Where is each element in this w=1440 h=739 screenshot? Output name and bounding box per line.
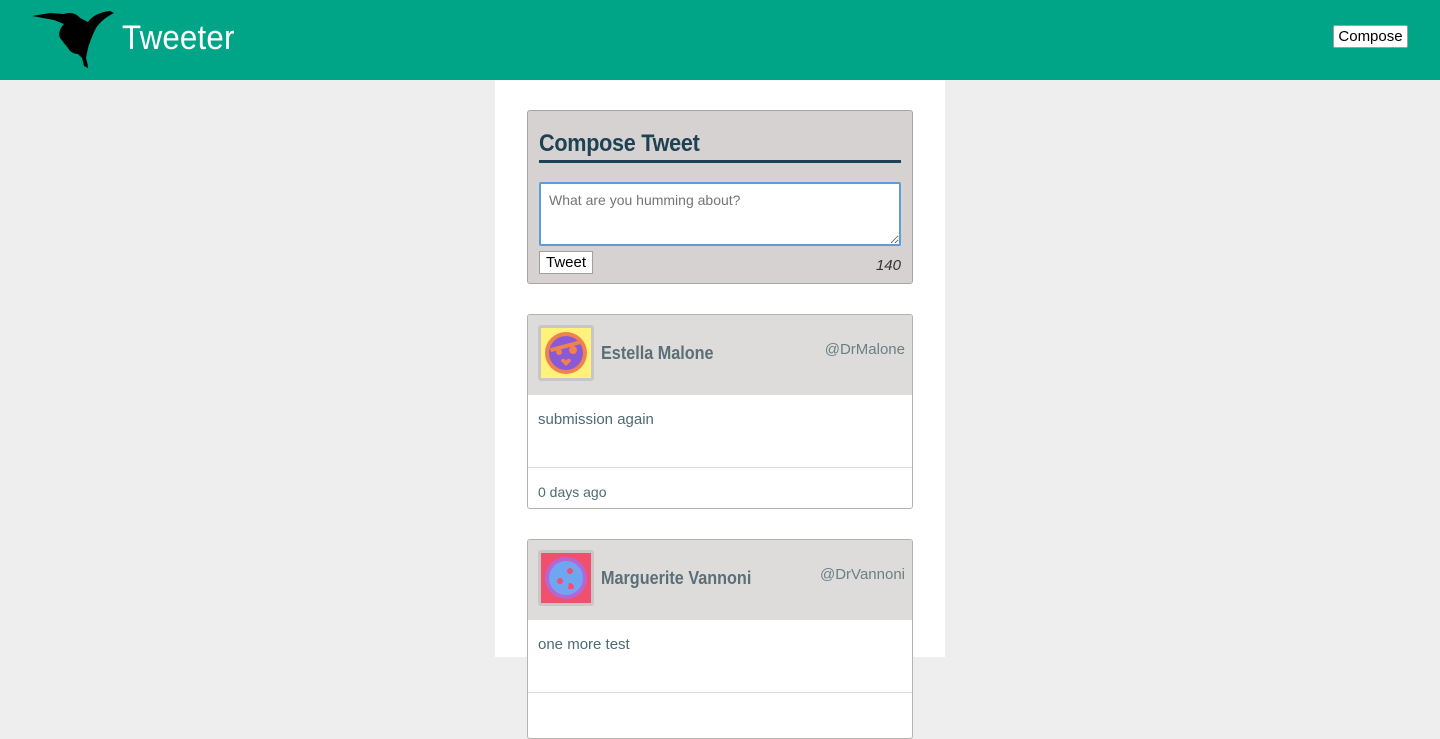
tweet-content: submission again bbox=[538, 411, 654, 428]
tweet-author-handle: @DrVannoni bbox=[820, 566, 905, 583]
compose-toggle-button[interactable]: Compose bbox=[1333, 25, 1408, 48]
tweet-author-name: Marguerite Vannoni bbox=[601, 568, 752, 588]
compose-tweet-section: Compose Tweet Tweet 140 bbox=[527, 110, 913, 284]
top-navigation-bar: Tweeter Compose bbox=[0, 0, 1440, 80]
tweet-header: Marguerite Vannoni @DrVannoni bbox=[528, 540, 912, 620]
tweet-timestamp: 0 days ago bbox=[538, 484, 607, 500]
tweet-author-handle: @DrMalone bbox=[824, 341, 905, 358]
tweet-card: Estella Malone @DrMalone submission agai… bbox=[527, 314, 913, 509]
compose-title-text: Compose Tweet bbox=[539, 130, 700, 157]
tweet-author-name: Estella Malone bbox=[601, 343, 714, 363]
avatar bbox=[538, 550, 594, 606]
character-counter: 140 bbox=[875, 257, 901, 274]
tweet-footer: 0 days ago bbox=[528, 468, 912, 508]
hummingbird-logo-icon bbox=[32, 11, 114, 68]
tweet-submit-button[interactable]: Tweet bbox=[539, 251, 593, 274]
face-avatar-icon bbox=[541, 553, 591, 603]
avatar bbox=[538, 325, 594, 381]
tweet-card: Marguerite Vannoni @DrVannoni one more t… bbox=[527, 539, 913, 739]
compose-title: Compose Tweet bbox=[539, 129, 901, 163]
tweet-content: one more test bbox=[538, 636, 630, 653]
tweet-header: Estella Malone @DrMalone bbox=[528, 315, 912, 395]
tweet-body: submission again bbox=[528, 395, 912, 468]
pirate-face-avatar-icon bbox=[541, 328, 591, 378]
tweet-text-input[interactable] bbox=[539, 182, 901, 246]
brand-title[interactable]: Tweeter bbox=[122, 19, 235, 58]
